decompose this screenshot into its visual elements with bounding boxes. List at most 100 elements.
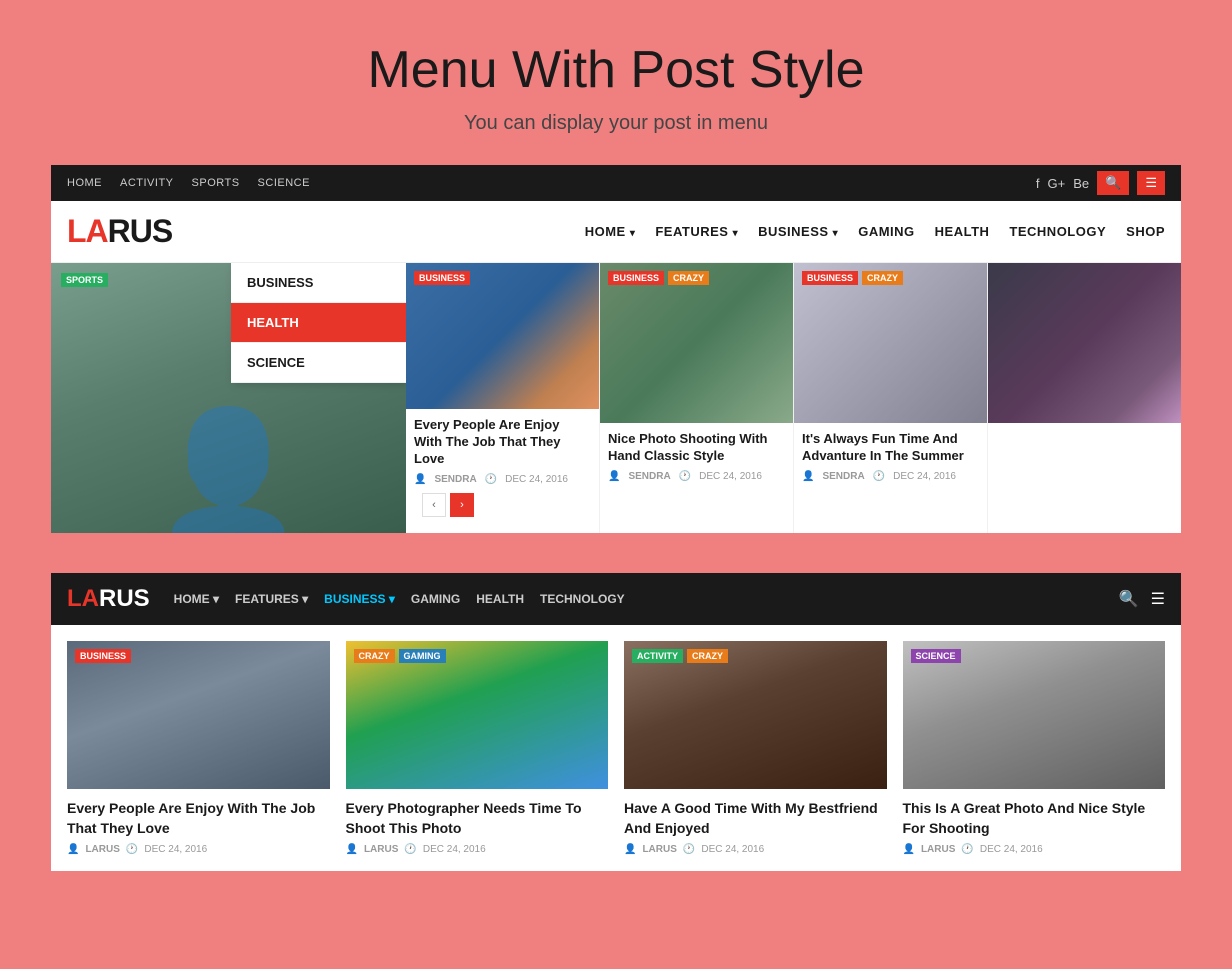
dark-nav-gaming[interactable]: GAMING <box>411 592 460 606</box>
nav-link-home[interactable]: HOME ▾ <box>585 224 636 239</box>
featured-section: SPORTS BUSINESS HEALTH SCIENCE BUSINESS … <box>51 263 1181 533</box>
nav-sports[interactable]: SPORTS <box>192 177 240 189</box>
nav-link-health[interactable]: HEALTH <box>935 224 990 239</box>
clock-icon-1: 🕐 <box>485 474 497 485</box>
dark-menu-icon[interactable]: ☰ <box>1151 589 1165 609</box>
dark-nav-technology[interactable]: TECHNOLOGY <box>540 592 625 606</box>
bottom-grid: BUSINESS Every People Are Enjoy With The… <box>51 625 1181 871</box>
dark-nav-features[interactable]: FEATURES ▾ <box>235 592 308 606</box>
gc-author-icon-1: 👤 <box>67 844 79 855</box>
gc-badge-science-4: SCIENCE <box>911 649 961 663</box>
gc-badge-crazy-2: CRAZY <box>354 649 395 663</box>
top-nav: HOME ACTIVITY SPORTS SCIENCE f G+ Be 🔍 ☰ <box>51 165 1181 201</box>
card-meta-2: 👤 SENDRA 🕐 DEC 24, 2016 <box>608 471 785 482</box>
dropdown-item-business[interactable]: BUSINESS <box>231 263 406 303</box>
card-title-1: Every People Are Enjoy With The Job That… <box>414 417 591 468</box>
page-subtitle: You can display your post in menu <box>20 112 1212 135</box>
article-card-2: BUSINESS CRAZY Nice Photo Shooting With … <box>600 263 794 533</box>
card-badges-2: BUSINESS CRAZY <box>608 271 709 285</box>
author-name-3: SENDRA <box>822 471 864 482</box>
gc-date-3: DEC 24, 2016 <box>701 844 764 855</box>
grid-card-meta-4: 👤 LARUS 🕐 DEC 24, 2016 <box>903 844 1166 855</box>
nav-home[interactable]: HOME <box>67 177 102 189</box>
card-img-3: BUSINESS CRAZY <box>794 263 987 423</box>
article-card-3: BUSINESS CRAZY It's Always Fun Time And … <box>794 263 988 533</box>
logo2: LARUS <box>67 585 150 613</box>
dark-nav-health[interactable]: HEALTH <box>476 592 524 606</box>
hero-header: Menu With Post Style You can display you… <box>0 0 1232 165</box>
gc-clock-icon-2: 🕐 <box>404 844 416 855</box>
dark-nav-right: 🔍 ☰ <box>1119 589 1165 609</box>
badge-business-1: BUSINESS <box>414 271 470 285</box>
gc-author-name-1: LARUS <box>85 844 119 855</box>
nav-link-shop[interactable]: SHOP <box>1126 224 1165 239</box>
top-nav-right: f G+ Be 🔍 ☰ <box>1036 171 1165 195</box>
card-img-4 <box>988 263 1181 423</box>
card-meta-3: 👤 SENDRA 🕐 DEC 24, 2016 <box>802 471 979 482</box>
logo-rus: RUS <box>108 213 173 249</box>
grid-card-img-1: BUSINESS <box>67 641 330 789</box>
gc-author-icon-2: 👤 <box>346 844 358 855</box>
badge-business-2: BUSINESS <box>608 271 664 285</box>
logo-nav-links: HOME ▾ FEATURES ▾ BUSINESS ▾ GAMING HEAL… <box>585 224 1165 239</box>
author-icon-3: 👤 <box>802 471 814 482</box>
nav-link-business[interactable]: BUSINESS ▾ <box>758 224 838 239</box>
nav-link-features[interactable]: FEATURES ▾ <box>655 224 738 239</box>
date-2: DEC 24, 2016 <box>699 471 762 482</box>
logo-nav: LARUS HOME ▾ FEATURES ▾ BUSINESS ▾ GAMIN… <box>51 201 1181 263</box>
dropdown-item-health[interactable]: HEALTH <box>231 303 406 343</box>
card-content-4 <box>988 423 1181 533</box>
nav-link-technology[interactable]: TECHNOLOGY <box>1009 224 1106 239</box>
gc-date-1: DEC 24, 2016 <box>144 844 207 855</box>
nav-link-gaming[interactable]: GAMING <box>858 224 914 239</box>
gc-badge-crazy-3: CRAZY <box>687 649 728 663</box>
grid-card-img-4: SCIENCE <box>903 641 1166 789</box>
google-plus-icon[interactable]: G+ <box>1048 176 1066 191</box>
badge-business-3: BUSINESS <box>802 271 858 285</box>
nav-science[interactable]: SCIENCE <box>258 177 310 189</box>
author-name-1: SENDRA <box>434 474 476 485</box>
author-icon-1: 👤 <box>414 474 426 485</box>
card-img-2: BUSINESS CRAZY <box>600 263 793 423</box>
gc-clock-icon-4: 🕐 <box>961 844 973 855</box>
search-button[interactable]: 🔍 <box>1097 171 1129 195</box>
dark-nav-business[interactable]: BUSINESS ▾ <box>324 592 395 606</box>
grid-card-4: SCIENCE This Is A Great Photo And Nice S… <box>903 641 1166 855</box>
article-card-4 <box>988 263 1181 533</box>
card-badges-3: BUSINESS CRAZY <box>802 271 903 285</box>
next-page-btn[interactable]: › <box>450 493 474 517</box>
grid-card-title-2: Every Photographer Needs Time To Shoot T… <box>346 799 609 838</box>
grid-card-img-2: CRAZY GAMING <box>346 641 609 789</box>
grid-card-meta-3: 👤 LARUS 🕐 DEC 24, 2016 <box>624 844 887 855</box>
grid-card-badges-2: CRAZY GAMING <box>354 649 446 663</box>
clock-icon-3: 🕐 <box>873 471 885 482</box>
page-title: Menu With Post Style <box>20 40 1212 100</box>
nav-activity[interactable]: ACTIVITY <box>120 177 174 189</box>
dark-search-icon[interactable]: 🔍 <box>1119 589 1139 609</box>
dropdown-menu: BUSINESS HEALTH SCIENCE <box>231 263 406 383</box>
gc-badge-activity-3: ACTIVITY <box>632 649 683 663</box>
article-card-1: BUSINESS Every People Are Enjoy With The… <box>406 263 600 533</box>
badge-crazy-3: CRAZY <box>862 271 903 285</box>
menu-button[interactable]: ☰ <box>1137 171 1165 195</box>
card-meta-1: 👤 SENDRA 🕐 DEC 24, 2016 <box>414 474 591 485</box>
gc-author-name-2: LARUS <box>364 844 398 855</box>
gc-author-icon-3: 👤 <box>624 844 636 855</box>
gc-clock-icon-3: 🕐 <box>683 844 695 855</box>
prev-page-btn[interactable]: ‹ <box>422 493 446 517</box>
grid-card-2: CRAZY GAMING Every Photographer Needs Ti… <box>346 641 609 855</box>
facebook-icon[interactable]: f <box>1036 176 1040 191</box>
author-icon-2: 👤 <box>608 471 620 482</box>
card-img-1: BUSINESS <box>406 263 599 409</box>
author-name-2: SENDRA <box>628 471 670 482</box>
behance-icon[interactable]: Be <box>1073 176 1089 191</box>
gc-badge-business-1: BUSINESS <box>75 649 131 663</box>
gc-badge-gaming-2: GAMING <box>399 649 446 663</box>
dark-nav-home[interactable]: HOME ▾ <box>174 592 219 606</box>
grid-card-badges-3: ACTIVITY CRAZY <box>632 649 728 663</box>
sports-badge: SPORTS <box>61 273 108 287</box>
gc-clock-icon-1: 🕐 <box>126 844 138 855</box>
dropdown-item-science[interactable]: SCIENCE <box>231 343 406 383</box>
dark-nav-links: HOME ▾ FEATURES ▾ BUSINESS ▾ GAMING HEAL… <box>174 592 1095 606</box>
card-content-3: It's Always Fun Time And Advanture In Th… <box>794 423 987 533</box>
